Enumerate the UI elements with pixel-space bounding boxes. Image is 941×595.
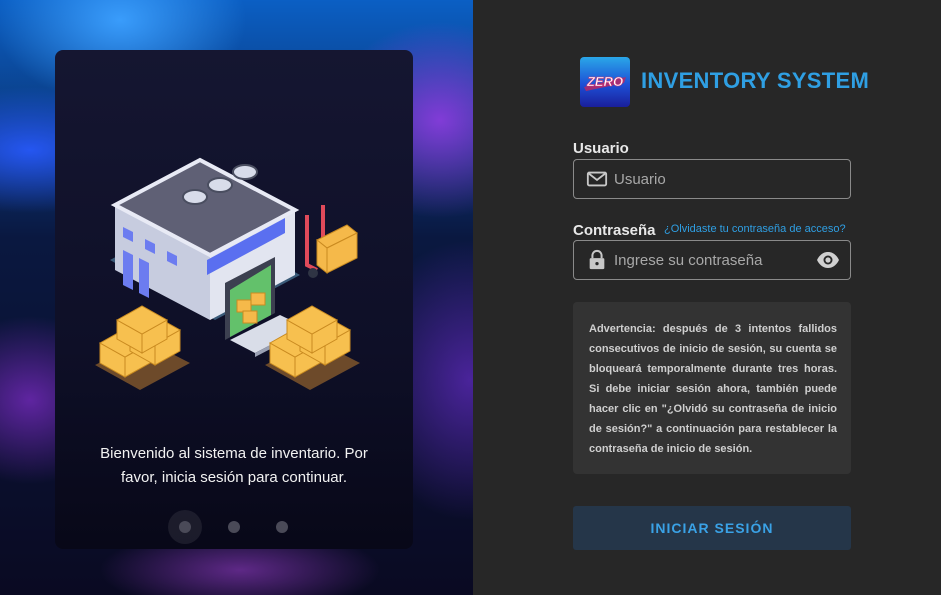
username-input[interactable]: [614, 160, 804, 198]
username-label: Usuario: [573, 140, 629, 157]
carousel-indicators: [55, 510, 413, 544]
warning-text: Advertencia: después de 3 intentos falli…: [589, 323, 837, 455]
carousel-dot-active[interactable]: [168, 510, 202, 544]
hero-background: Bienvenido al sistema de inventario. Por…: [0, 0, 473, 595]
welcome-card: Bienvenido al sistema de inventario. Por…: [55, 50, 413, 549]
warehouse-illustration: [95, 157, 360, 390]
lockout-warning: Advertencia: después de 3 intentos falli…: [573, 302, 851, 474]
password-label: Contraseña: [573, 222, 656, 239]
login-button[interactable]: INICIAR SESIÓN: [573, 506, 851, 550]
password-input[interactable]: [614, 241, 804, 279]
password-field[interactable]: [573, 240, 851, 280]
logo-emblem-icon: ZERO: [584, 74, 626, 91]
forgot-password-link[interactable]: ¿Olvidaste tu contraseña de acceso?: [664, 223, 846, 235]
carousel-dot[interactable]: [228, 521, 240, 533]
welcome-message: Bienvenido al sistema de inventario. Por…: [100, 445, 368, 486]
brand-logo: ZERO: [580, 57, 630, 107]
carousel-dot[interactable]: [276, 521, 288, 533]
mail-icon: [586, 171, 608, 187]
username-field[interactable]: [573, 159, 851, 199]
login-panel: ZERO INVENTORY SYSTEM Usuario Contraseña…: [473, 0, 941, 595]
eye-icon[interactable]: [816, 248, 840, 272]
app-title: INVENTORY SYSTEM: [641, 68, 870, 93]
svg-text:ZERO: ZERO: [586, 74, 623, 89]
lock-icon: [589, 249, 605, 270]
